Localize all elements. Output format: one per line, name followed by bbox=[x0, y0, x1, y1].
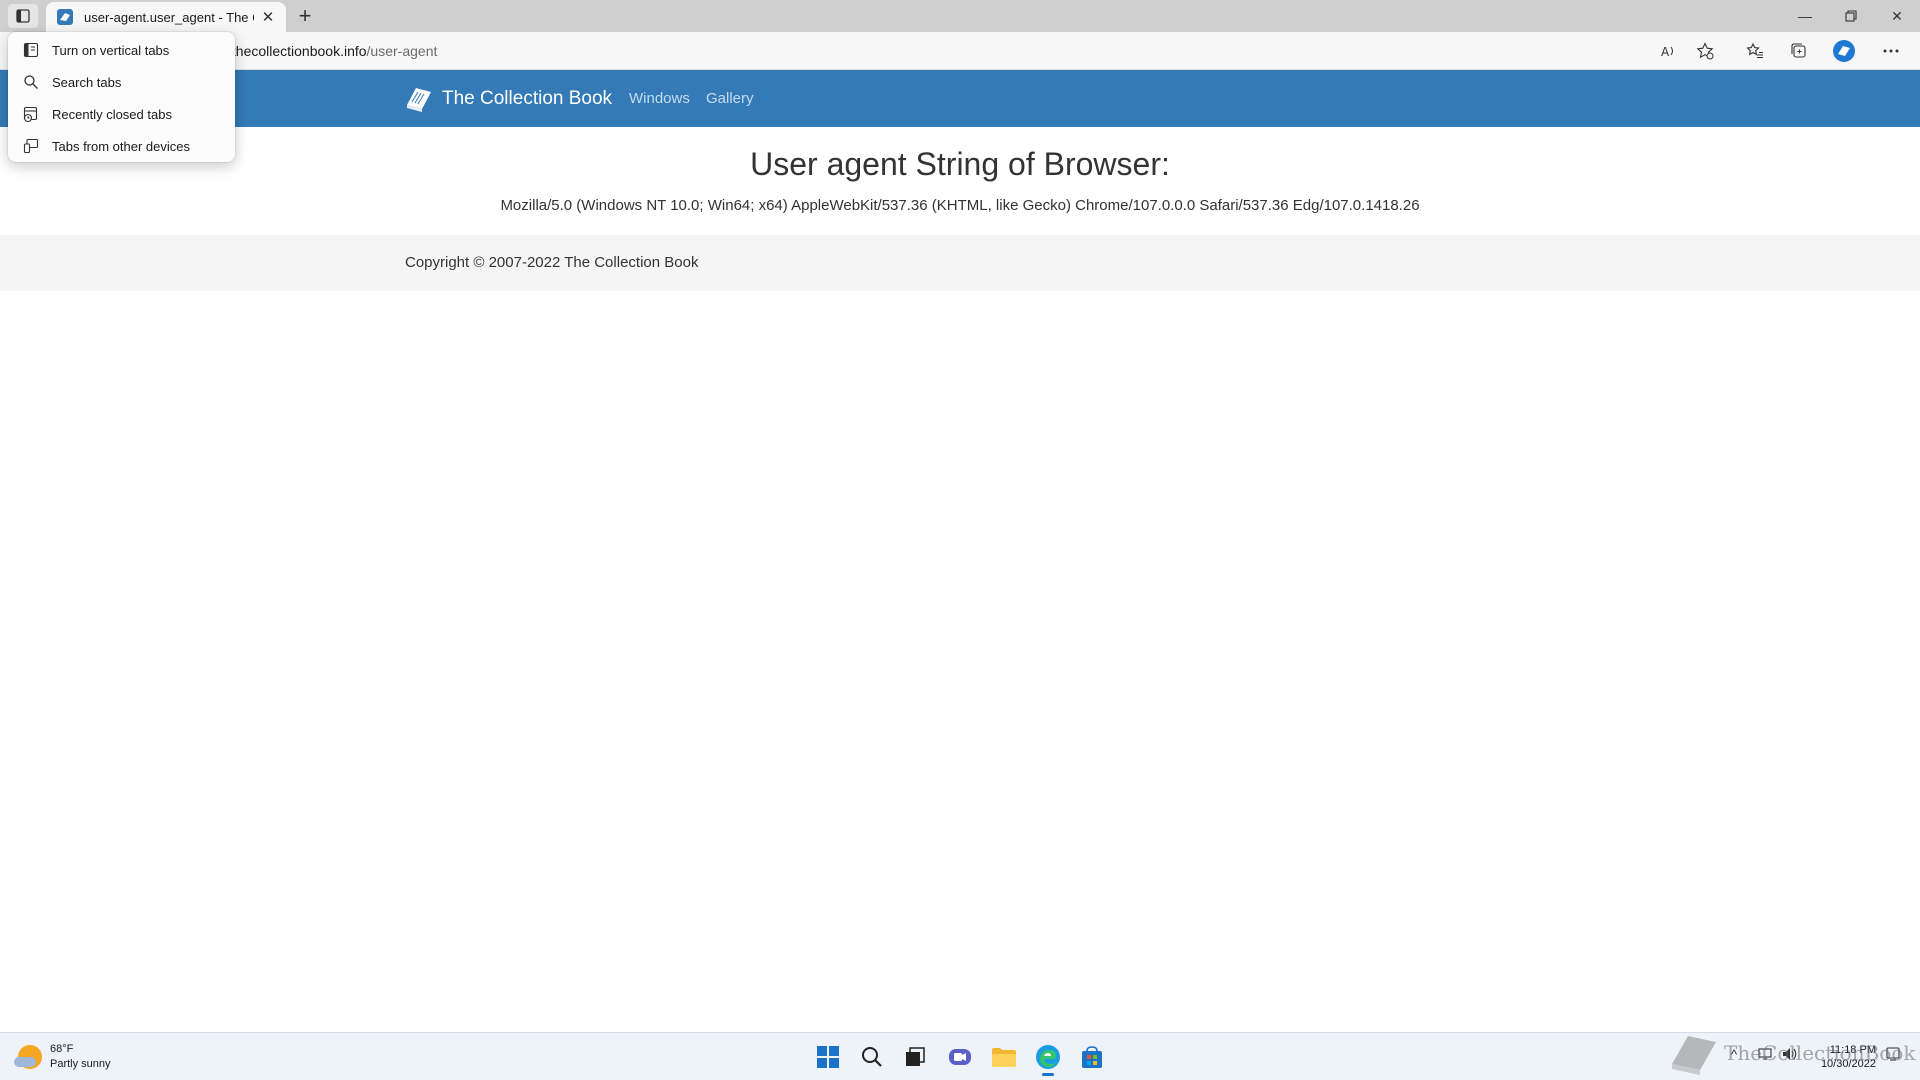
chat-icon bbox=[949, 1049, 971, 1065]
add-favorite-icon[interactable] bbox=[1691, 37, 1719, 65]
start-button[interactable] bbox=[812, 1041, 844, 1073]
watermark-book-icon bbox=[1672, 1036, 1716, 1075]
store-icon bbox=[1082, 1046, 1102, 1068]
svg-text:A: A bbox=[1661, 45, 1670, 58]
partly-sunny-icon bbox=[14, 1045, 42, 1069]
windows-logo-icon bbox=[817, 1046, 839, 1068]
menu-item-label: Search tabs bbox=[52, 74, 122, 90]
store-app-button[interactable] bbox=[1076, 1041, 1108, 1073]
site-brand-link[interactable]: The Collection Book bbox=[404, 84, 612, 114]
nav-link-gallery[interactable]: Gallery bbox=[706, 90, 754, 107]
menu-item-label: Recently closed tabs bbox=[52, 106, 172, 122]
tab-strip: user-agent.user_agent - The Collection B… bbox=[0, 0, 1920, 32]
menu-item-other-devices[interactable]: Tabs from other devices bbox=[8, 130, 235, 162]
user-agent-string: Mozilla/5.0 (Windows NT 10.0; Win64; x64… bbox=[500, 197, 1420, 214]
minimize-button[interactable]: — bbox=[1782, 0, 1828, 32]
active-app-indicator bbox=[1042, 1073, 1054, 1076]
search-icon bbox=[862, 1047, 882, 1067]
menu-item-search-tabs[interactable]: Search tabs bbox=[8, 66, 235, 98]
vertical-tabs-icon bbox=[22, 41, 40, 59]
address-bar[interactable]: /thecollectionbook.info/user-agent bbox=[228, 36, 1728, 66]
other-devices-icon bbox=[22, 137, 40, 155]
recently-closed-icon bbox=[22, 105, 40, 123]
menu-item-label: Tabs from other devices bbox=[52, 138, 191, 154]
url-host: thecollectionbook.info bbox=[231, 43, 367, 59]
restore-icon bbox=[1845, 10, 1857, 22]
chat-app-button[interactable] bbox=[944, 1041, 976, 1073]
tab-title: user-agent.user_agent - The Collection B… bbox=[84, 9, 254, 25]
browser-toolbar: /thecollectionbook.info/user-agent A bbox=[0, 32, 1920, 70]
read-aloud-icon[interactable]: A bbox=[1655, 37, 1683, 65]
collections-icon[interactable] bbox=[1785, 37, 1813, 65]
tab-actions-button[interactable] bbox=[8, 4, 38, 28]
url-path: /user-agent bbox=[366, 43, 438, 59]
watermark-text: TheCollectionBook bbox=[1724, 1041, 1916, 1065]
new-tab-button[interactable]: + bbox=[292, 3, 318, 28]
close-window-button[interactable]: ✕ bbox=[1874, 0, 1920, 32]
file-explorer-button[interactable] bbox=[988, 1041, 1020, 1073]
folder-icon bbox=[992, 1048, 1016, 1067]
weather-temp: 68°F bbox=[50, 1043, 74, 1055]
task-view-button[interactable] bbox=[899, 1041, 931, 1073]
nav-link-windows[interactable]: Windows bbox=[629, 90, 690, 107]
browser-tab-active[interactable]: user-agent.user_agent - The Collection B… bbox=[46, 2, 286, 32]
watermark: TheCollectionBook bbox=[1668, 1030, 1915, 1076]
profile-icon[interactable] bbox=[1830, 37, 1858, 65]
favorites-icon[interactable] bbox=[1741, 37, 1769, 65]
menu-item-vertical-tabs[interactable]: Turn on vertical tabs bbox=[8, 34, 235, 66]
collection-book-favicon bbox=[57, 9, 73, 25]
close-tab-icon[interactable]: ✕ bbox=[260, 9, 276, 26]
menu-item-recently-closed[interactable]: Recently closed tabs bbox=[8, 98, 235, 130]
page-heading: User agent String of Browser: bbox=[750, 146, 1170, 182]
book-logo-icon bbox=[407, 88, 431, 112]
task-view-icon bbox=[906, 1047, 925, 1066]
menu-item-label: Turn on vertical tabs bbox=[52, 42, 170, 58]
site-brand-name: The Collection Book bbox=[442, 88, 613, 109]
restore-button[interactable] bbox=[1828, 0, 1874, 32]
more-options-icon[interactable] bbox=[1877, 37, 1905, 65]
windows-taskbar: 68°F Partly sunny ^ 11:18 PM 10/30/2022 bbox=[0, 1032, 1920, 1080]
taskbar-search-button[interactable] bbox=[856, 1041, 888, 1073]
site-navbar: The Collection Book Windows Gallery bbox=[0, 70, 1920, 127]
edge-icon bbox=[1036, 1045, 1060, 1069]
tab-actions-icon bbox=[16, 9, 30, 23]
search-icon bbox=[22, 73, 40, 91]
tab-actions-menu: Turn on vertical tabs Search tabs Recent… bbox=[8, 32, 235, 162]
edge-browser-button[interactable] bbox=[1032, 1041, 1064, 1076]
site-footer: Copyright © 2007-2022 The Collection Boo… bbox=[0, 235, 1920, 291]
weather-condition: Partly sunny bbox=[50, 1058, 111, 1070]
footer-copyright: Copyright © 2007-2022 The Collection Boo… bbox=[405, 254, 699, 271]
weather-widget[interactable]: 68°F Partly sunny bbox=[14, 1042, 111, 1072]
